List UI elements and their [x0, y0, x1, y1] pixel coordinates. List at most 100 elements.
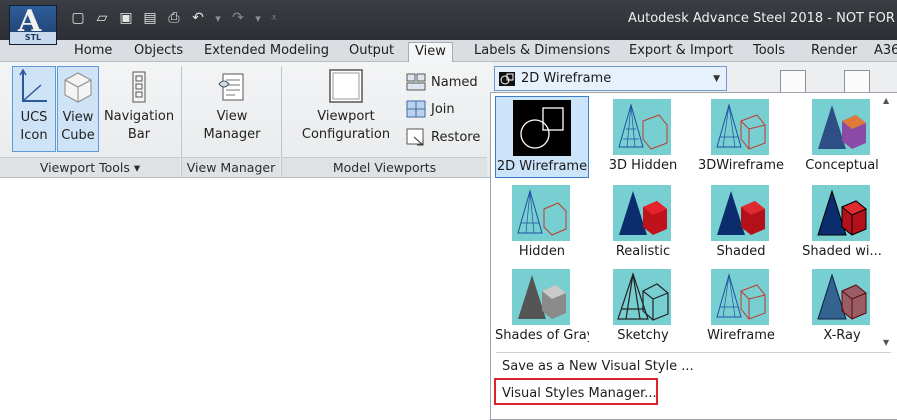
viewport-configuration-label-line2: Configuration	[301, 127, 391, 142]
navigation-bar-label-line1: Navigation	[103, 109, 175, 124]
realistic-thumbnail	[613, 185, 671, 241]
scroll-up-icon[interactable]: ▲	[883, 96, 889, 105]
wireframe-thumbnail	[711, 269, 769, 325]
viewport-configuration-icon	[329, 69, 363, 103]
tab-output[interactable]: Output	[343, 42, 400, 62]
style-label: Hidden	[518, 244, 566, 259]
gallery-scrollbar[interactable]: ▲ ▼	[883, 96, 893, 347]
restore-viewports-icon	[406, 128, 424, 146]
save-as-icon[interactable]: ▤	[140, 8, 160, 28]
view-manager-button[interactable]: View Manager	[196, 66, 268, 152]
wireframe-small-icon	[499, 71, 515, 86]
3dwireframe-thumbnail	[711, 99, 769, 155]
save-icon[interactable]: ▣	[116, 8, 136, 28]
visual-style-current: 2D Wireframe	[521, 71, 612, 86]
navigation-bar-label-line2: Bar	[127, 127, 151, 142]
application-menu-button[interactable]: A STL	[9, 4, 57, 45]
named-viewports-button[interactable]: Named	[406, 70, 478, 94]
navigation-bar-button[interactable]: Navigation Bar	[102, 66, 176, 152]
visual-style-2d-wireframe[interactable]: 2D Wireframe	[495, 96, 589, 178]
named-label: Named	[431, 74, 478, 90]
visual-style-shaded-with-edges[interactable]: Shaded wi...	[795, 182, 889, 264]
visual-style-shades-of-gray[interactable]: Shades of Gray	[495, 266, 589, 348]
conceptual-thumbnail	[812, 99, 870, 155]
tab-a36[interactable]: A36	[868, 42, 897, 62]
named-viewports-icon	[406, 73, 426, 91]
visual-style-3dwireframe[interactable]: 3DWireframe	[694, 96, 788, 178]
tab-tools[interactable]: Tools	[747, 42, 791, 62]
tab-labels-dimensions[interactable]: Labels & Dimensions	[468, 42, 616, 62]
new-icon[interactable]: ▢	[68, 8, 88, 28]
title-bar: ▢ ▱ ▣ ▤ ⎙ ↶ ▾ ↷ ▾ ⩡ Autodesk Advance Ste…	[0, 0, 897, 40]
navigation-bar-icon	[132, 71, 146, 103]
style-label: Shaded wi...	[802, 244, 882, 259]
style-label: 2D Wireframe	[496, 159, 588, 174]
hidden-thumbnail	[512, 185, 570, 241]
viewport-tools-panel-title[interactable]: Viewport Tools ▾	[0, 157, 180, 177]
2d-wireframe-thumbnail	[513, 100, 571, 156]
visual-style-wireframe[interactable]: Wireframe	[694, 266, 788, 348]
menu-divider	[496, 352, 891, 353]
visual-style-conceptual[interactable]: Conceptual	[795, 96, 889, 178]
window-title: Autodesk Advance Steel 2018 - NOT FOR R	[628, 11, 897, 26]
redo-icon[interactable]: ↷	[228, 8, 248, 28]
visual-style-3d-hidden[interactable]: 3D Hidden	[596, 96, 690, 178]
shaded-thumbnail	[711, 185, 769, 241]
restore-viewports-button[interactable]: Restore	[406, 125, 480, 149]
style-label: 3D Hidden	[608, 158, 678, 173]
print-icon[interactable]: ⎙	[164, 8, 184, 28]
visual-style-hidden[interactable]: Hidden	[495, 182, 589, 264]
redo-dropdown-icon[interactable]: ▾	[252, 8, 264, 28]
join-viewports-button[interactable]: Join	[406, 97, 455, 121]
tab-objects[interactable]: Objects	[128, 42, 189, 62]
shaded-with-edges-thumbnail	[812, 185, 870, 241]
tab-export-import[interactable]: Export & Import	[623, 42, 739, 62]
restore-label: Restore	[431, 129, 481, 145]
ucs-label-line1: UCS	[20, 110, 48, 125]
join-label: Join	[431, 101, 455, 117]
save-as-new-visual-style-item[interactable]: Save as a New Visual Style ...	[502, 359, 694, 374]
viewport-configuration-button[interactable]: Viewport Configuration	[292, 66, 400, 152]
viewport-configuration-label-line1: Viewport	[317, 109, 375, 124]
view-manager-label-line1: View	[216, 109, 248, 124]
ucs-icon	[19, 68, 47, 102]
tab-view[interactable]: View	[408, 42, 453, 63]
style-label: Realistic	[615, 244, 671, 259]
tab-home[interactable]: Home	[68, 42, 118, 62]
view-cube-label-line1: View	[62, 110, 94, 125]
chevron-down-icon: ▼	[713, 74, 720, 84]
style-label: 3DWireframe	[697, 158, 785, 173]
x-ray-thumbnail	[812, 269, 870, 325]
ucs-icon-button[interactable]: UCS Icon	[12, 66, 56, 152]
app-badge: STL	[10, 32, 56, 44]
tab-extended-modeling[interactable]: Extended Modeling	[198, 42, 335, 62]
undo-icon[interactable]: ↶	[188, 8, 208, 28]
view-cube-button[interactable]: View Cube	[57, 66, 99, 152]
undo-dropdown-icon[interactable]: ▾	[212, 8, 224, 28]
customize-icon[interactable]: ⩡	[268, 8, 280, 28]
visual-style-realistic[interactable]: Realistic	[596, 182, 690, 264]
shades-of-gray-thumbnail	[512, 269, 570, 325]
style-label: Shaded	[716, 244, 766, 259]
tab-render[interactable]: Render	[805, 42, 863, 62]
visual-style-x-ray[interactable]: X-Ray	[795, 266, 889, 348]
visual-style-dropdown[interactable]: 2D Wireframe ▼	[494, 66, 727, 91]
style-label: Sketchy	[617, 328, 669, 343]
visual-style-shaded[interactable]: Shaded	[694, 182, 788, 264]
quick-access-toolbar: ▢ ▱ ▣ ▤ ⎙ ↶ ▾ ↷ ▾ ⩡	[68, 8, 280, 28]
visual-style-sketchy[interactable]: Sketchy	[596, 266, 690, 348]
style-label: Conceptual	[805, 158, 879, 173]
view-cube-icon	[64, 72, 92, 103]
style-label: Wireframe	[707, 328, 775, 343]
view-cube-label-line2: Cube	[61, 128, 95, 143]
ucs-label-line2: Icon	[20, 128, 48, 143]
view-manager-icon	[218, 73, 244, 101]
scroll-down-icon[interactable]: ▼	[883, 338, 889, 347]
view-manager-panel-title: View Manager	[182, 157, 280, 177]
open-icon[interactable]: ▱	[92, 8, 112, 28]
3d-hidden-thumbnail	[613, 99, 671, 155]
join-viewports-icon	[406, 100, 426, 118]
style-label: Shades of Gray	[495, 328, 589, 343]
highlight-box	[494, 378, 658, 405]
style-label: X-Ray	[823, 328, 861, 343]
